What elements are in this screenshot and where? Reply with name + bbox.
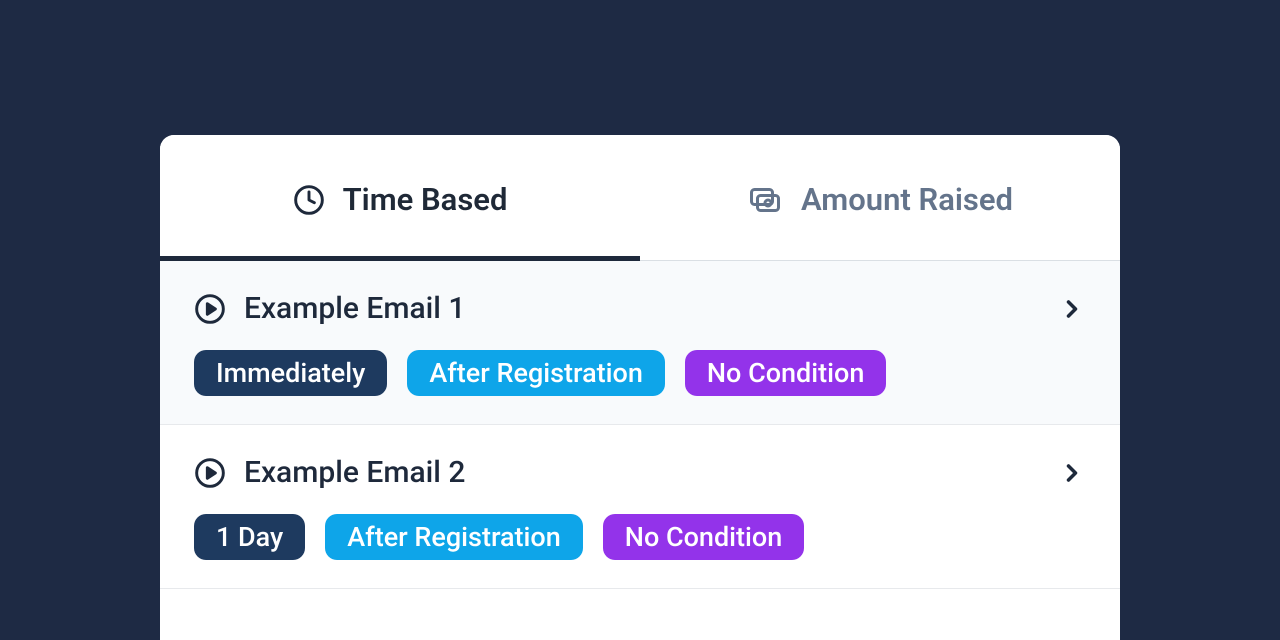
email-header: Example Email 2	[194, 455, 1086, 490]
money-icon	[747, 182, 783, 218]
play-circle-icon	[194, 293, 226, 325]
timing-badge: 1 Day	[194, 514, 305, 560]
tab-bar: Time Based Amount Raised	[160, 135, 1120, 261]
email-header: Example Email 1	[194, 291, 1086, 326]
condition-badge: No Condition	[603, 514, 804, 560]
email-title: Example Email 2	[244, 455, 1040, 490]
email-title: Example Email 1	[244, 291, 1040, 326]
badge-row: 1 Day After Registration No Condition	[194, 514, 1086, 560]
email-automation-card: Time Based Amount Raised	[160, 135, 1120, 640]
email-list: Example Email 1 Immediately After Regist…	[160, 261, 1120, 589]
chevron-right-icon	[1058, 459, 1086, 487]
timing-badge: Immediately	[194, 350, 387, 396]
condition-badge: No Condition	[685, 350, 886, 396]
badge-row: Immediately After Registration No Condit…	[194, 350, 1086, 396]
trigger-badge: After Registration	[407, 350, 665, 396]
chevron-right-icon	[1058, 295, 1086, 323]
tab-label: Amount Raised	[801, 181, 1013, 218]
play-circle-icon	[194, 457, 226, 489]
email-item[interactable]: Example Email 1 Immediately After Regist…	[160, 261, 1120, 425]
email-item[interactable]: Example Email 2 1 Day After Registration…	[160, 425, 1120, 589]
tab-label: Time Based	[343, 181, 508, 218]
tab-time-based[interactable]: Time Based	[160, 135, 640, 260]
tab-amount-raised[interactable]: Amount Raised	[640, 135, 1120, 260]
clock-icon	[293, 184, 325, 216]
trigger-badge: After Registration	[325, 514, 583, 560]
